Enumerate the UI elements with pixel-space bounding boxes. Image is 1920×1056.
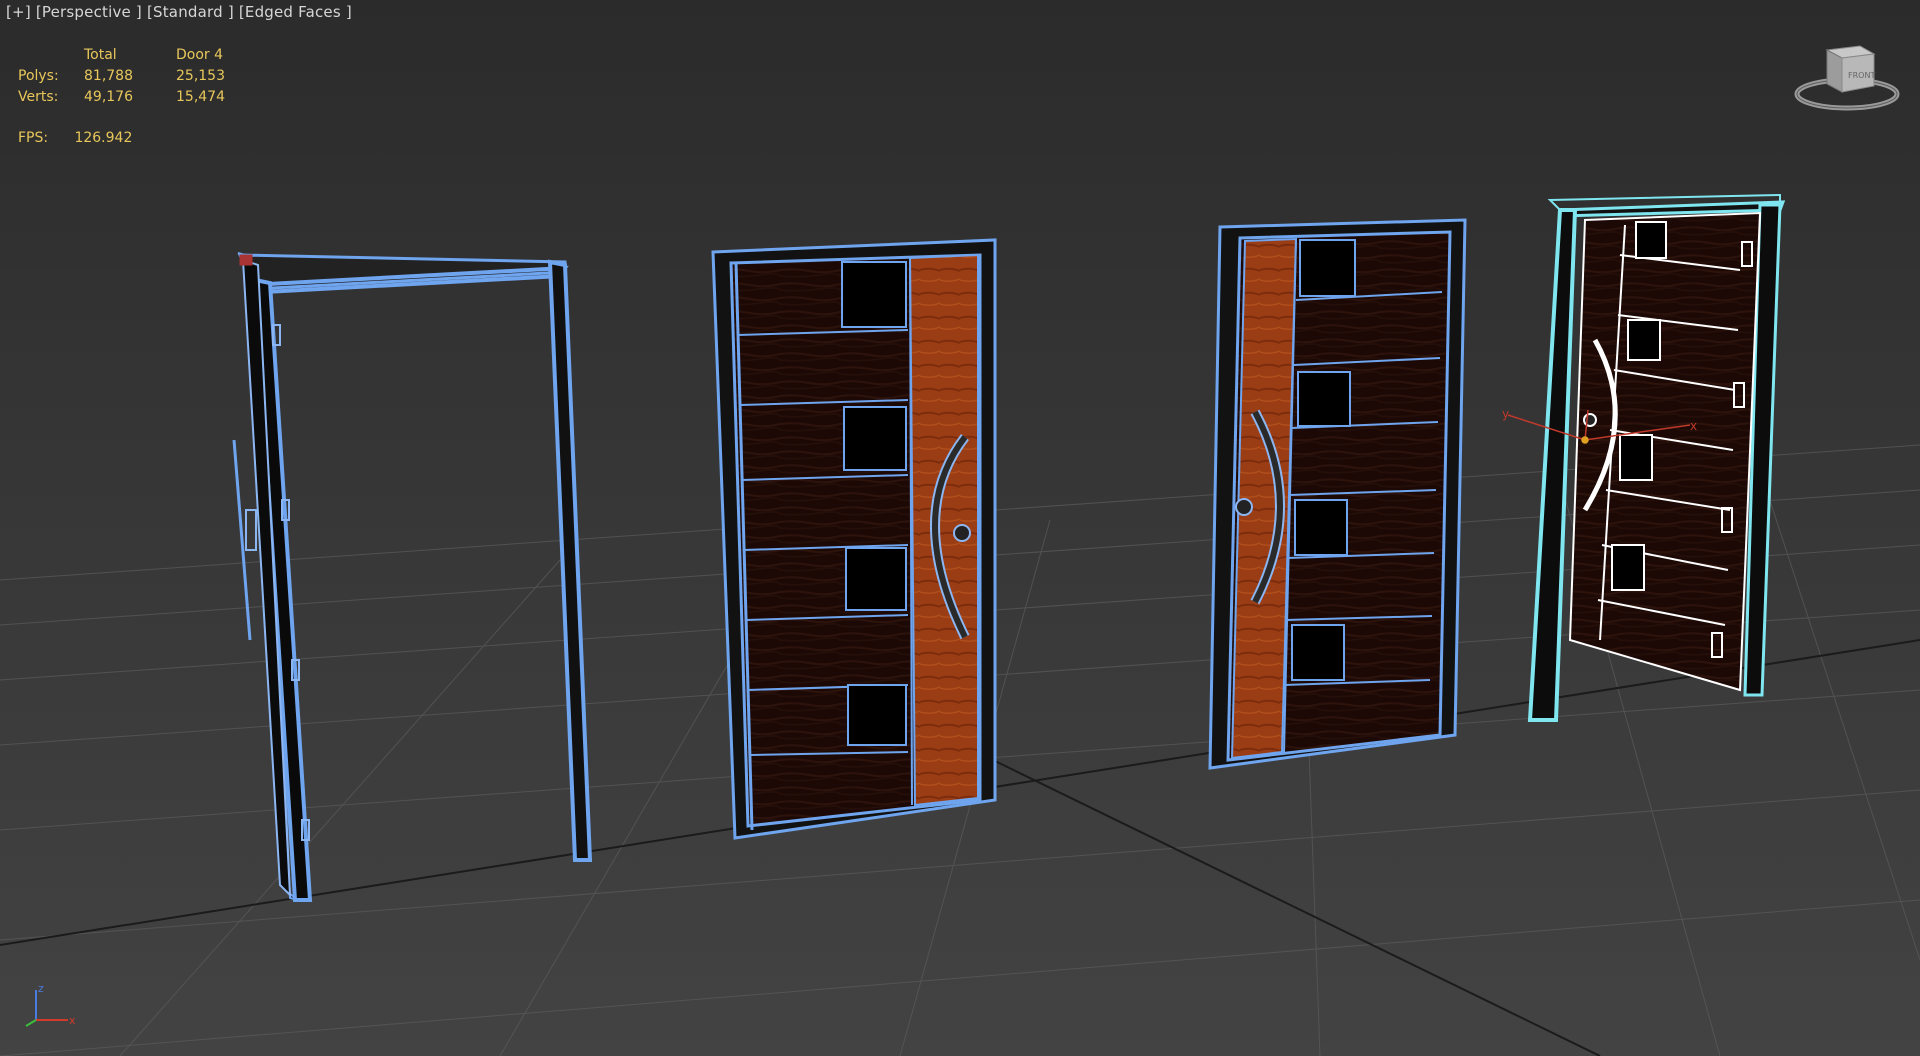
viewcube-front-label: FRONT	[1848, 71, 1875, 80]
viewcube-icon[interactable]: FRONT	[1792, 40, 1902, 118]
verts-total: 49,176	[84, 89, 133, 105]
axis-tripod: z x	[25, 982, 76, 1027]
gizmo-y-label: y	[1502, 407, 1509, 421]
polys-label: Polys:	[18, 68, 59, 84]
fps-value: 126.942	[74, 130, 133, 146]
viewport-label-menu[interactable]: [+] [Perspective ] [Standard ] [Edged Fa…	[6, 3, 352, 21]
fps-label: FPS:	[18, 130, 49, 146]
door-4-selected[interactable]	[1527, 193, 1786, 722]
perspective-viewport[interactable]: x y [+] [Perspective ] [Standard ] [Edge…	[0, 0, 1920, 1056]
door-3[interactable]	[1208, 218, 1467, 770]
axis-z-label: z	[38, 982, 44, 995]
polys-total: 81,788	[84, 68, 133, 84]
stats-header-selected: Door 4	[176, 47, 224, 63]
verts-selected: 15,474	[176, 89, 225, 105]
scene-canvas[interactable]: x y	[0, 0, 1920, 1056]
fps-readout: FPS: 126.942	[18, 128, 132, 149]
door-2[interactable]	[711, 238, 997, 840]
stats-header-total: Total	[84, 47, 117, 63]
door-1-frame[interactable]	[232, 252, 593, 902]
statistics-overlay: Total Door 4 Polys: 81,788 25,153 Verts:…	[18, 45, 239, 108]
verts-label: Verts:	[18, 89, 59, 105]
polys-selected: 25,153	[176, 68, 225, 84]
gizmo-x-label: x	[1690, 419, 1697, 433]
axis-x-label: x	[69, 1014, 76, 1027]
